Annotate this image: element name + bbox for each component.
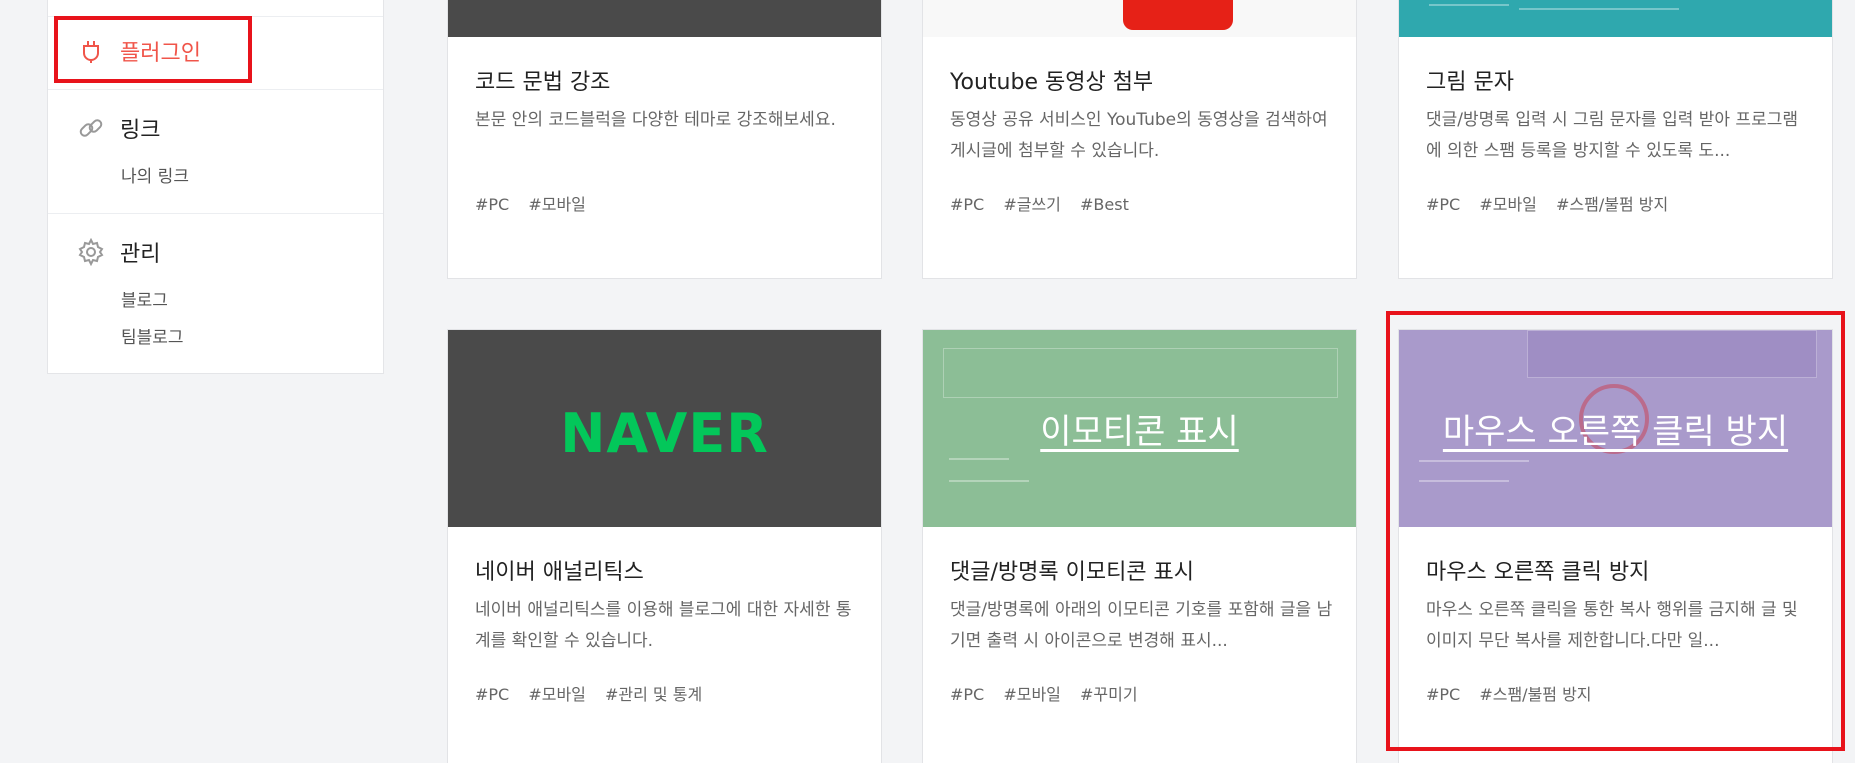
card-thumbnail — [1399, 0, 1832, 37]
plug-icon — [76, 36, 106, 66]
card-title: 댓글/방명록 이모티콘 표시 — [950, 560, 1195, 585]
card-tags: #PC #모바일 #꾸미기 — [950, 681, 1152, 705]
sidebar-item-label: 플러그인 — [120, 41, 201, 66]
card-thumbnail: 마우스 오른쪽 클릭 방지 — [1399, 330, 1832, 527]
thumbnail-overlay-title: 이모티콘 표시 — [1040, 412, 1239, 452]
thumbnail-decoration — [1419, 480, 1509, 482]
tag: #모바일 — [1003, 685, 1061, 704]
sidebar-link-head[interactable]: 링크 — [76, 112, 160, 144]
tag: #모바일 — [1479, 195, 1537, 214]
tag: #PC — [475, 195, 510, 214]
card-thumbnail — [448, 0, 881, 37]
plugin-card-code-highlight[interactable]: 코드 문법 강조 본문 안의 코드블럭을 다양한 테마로 강조해보세요. #PC… — [447, 0, 882, 279]
tag: #글쓰기 — [1003, 195, 1061, 214]
sidebar-item-plugin[interactable]: 플러그인 — [48, 16, 383, 89]
card-tags: #PC #스팸/불펌 방지 — [1426, 681, 1606, 705]
tag: #PC — [475, 685, 510, 704]
card-tags: #PC #모바일 #관리 및 통계 — [475, 681, 716, 705]
tag: #PC — [950, 685, 985, 704]
gear-icon — [76, 237, 106, 267]
plugin-card-youtube[interactable]: Youtube 동영상 첨부 동영상 공유 서비스인 YouTube의 동영상을… — [922, 0, 1357, 279]
card-thumbnail: NAVER — [448, 330, 881, 527]
card-description: 본문 안의 코드블럭을 다양한 테마로 강조해보세요. — [475, 110, 836, 130]
thumbnail-decoration — [1429, 4, 1509, 6]
plugin-card-captcha[interactable]: 그림 문자 댓글/방명록 입력 시 그림 문자를 입력 받아 프로그램에 의한 … — [1398, 0, 1833, 279]
card-title: 그림 문자 — [1426, 70, 1514, 95]
card-description: 댓글/방명록에 아래의 이모티콘 기호를 포함해 글을 남기면 출력 시 아이콘… — [950, 600, 1333, 651]
tag: #Best — [1080, 195, 1129, 214]
thumbnail-decoration — [1519, 8, 1679, 10]
naver-logo: NAVER — [560, 402, 769, 465]
sidebar-section-manage: 관리 블로그 팀블로그 — [48, 213, 383, 373]
link-icon — [76, 113, 106, 143]
sidebar-section-link: 링크 나의 링크 — [48, 89, 383, 213]
card-tags: #PC #글쓰기 #Best — [950, 191, 1143, 215]
plugin-card-naver-analytics[interactable]: NAVER 네이버 애널리틱스 네이버 애널리틱스를 이용해 블로그에 대한 자… — [447, 329, 882, 763]
tag: #PC — [1426, 195, 1461, 214]
card-description: 마우스 오른쪽 클릭을 통한 복사 행위를 금지해 글 및 이미지 무단 복사를… — [1426, 600, 1798, 651]
card-description: 네이버 애널리틱스를 이용해 블로그에 대한 자세한 통계를 확인할 수 있습니… — [475, 600, 852, 651]
card-thumbnail: 이모티콘 표시 — [923, 330, 1356, 527]
tag: #관리 및 통계 — [605, 685, 703, 704]
card-title: Youtube 동영상 첨부 — [950, 70, 1154, 95]
card-title: 마우스 오른쪽 클릭 방지 — [1426, 560, 1650, 585]
card-description: 동영상 공유 서비스인 YouTube의 동영상을 검색하여 게시글에 첨부할 … — [950, 110, 1328, 161]
sidebar: 플러그인 링크 나의 링크 관리 블로그 팀블로그 — [47, 0, 384, 374]
tag: #PC — [1426, 685, 1461, 704]
tag: #모바일 — [528, 685, 586, 704]
sidebar-item-my-link[interactable]: 나의 링크 — [121, 162, 189, 187]
thumbnail-decoration — [949, 480, 1029, 482]
plugin-card-emoticon[interactable]: 이모티콘 표시 댓글/방명록 이모티콘 표시 댓글/방명록에 아래의 이모티콘 … — [922, 329, 1357, 763]
sidebar-manage-head[interactable]: 관리 — [76, 236, 160, 268]
card-tags: #PC #모바일 — [475, 191, 600, 215]
thumbnail-decoration — [1419, 460, 1529, 462]
card-title: 네이버 애널리틱스 — [475, 560, 644, 585]
plugin-card-right-click-block[interactable]: 마우스 오른쪽 클릭 방지 마우스 오른쪽 클릭 방지 마우스 오른쪽 클릭을 … — [1398, 329, 1833, 763]
tag: #꾸미기 — [1080, 685, 1138, 704]
thumbnail-decoration — [1527, 330, 1817, 378]
tag: #스팸/불펌 방지 — [1479, 685, 1592, 704]
sidebar-plugin-head[interactable]: 플러그인 — [76, 35, 201, 67]
youtube-logo-icon — [1123, 0, 1233, 30]
card-thumbnail — [923, 0, 1356, 37]
card-description: 댓글/방명록 입력 시 그림 문자를 입력 받아 프로그램에 의한 스팸 등록을… — [1426, 110, 1798, 161]
card-title: 코드 문법 강조 — [475, 70, 611, 95]
thumbnail-decoration — [949, 458, 1009, 460]
thumbnail-decoration — [943, 348, 1338, 398]
tag: #PC — [950, 195, 985, 214]
tag: #스팸/불펌 방지 — [1556, 195, 1669, 214]
sidebar-item-label: 관리 — [120, 242, 161, 267]
card-tags: #PC #모바일 #스팸/불펌 방지 — [1426, 191, 1682, 215]
tag: #모바일 — [528, 195, 586, 214]
thumbnail-overlay-title: 마우스 오른쪽 클릭 방지 — [1442, 412, 1789, 452]
sidebar-item-blog[interactable]: 블로그 — [121, 286, 168, 311]
sidebar-item-team-blog[interactable]: 팀블로그 — [121, 323, 184, 348]
sidebar-item-label: 링크 — [120, 118, 161, 143]
